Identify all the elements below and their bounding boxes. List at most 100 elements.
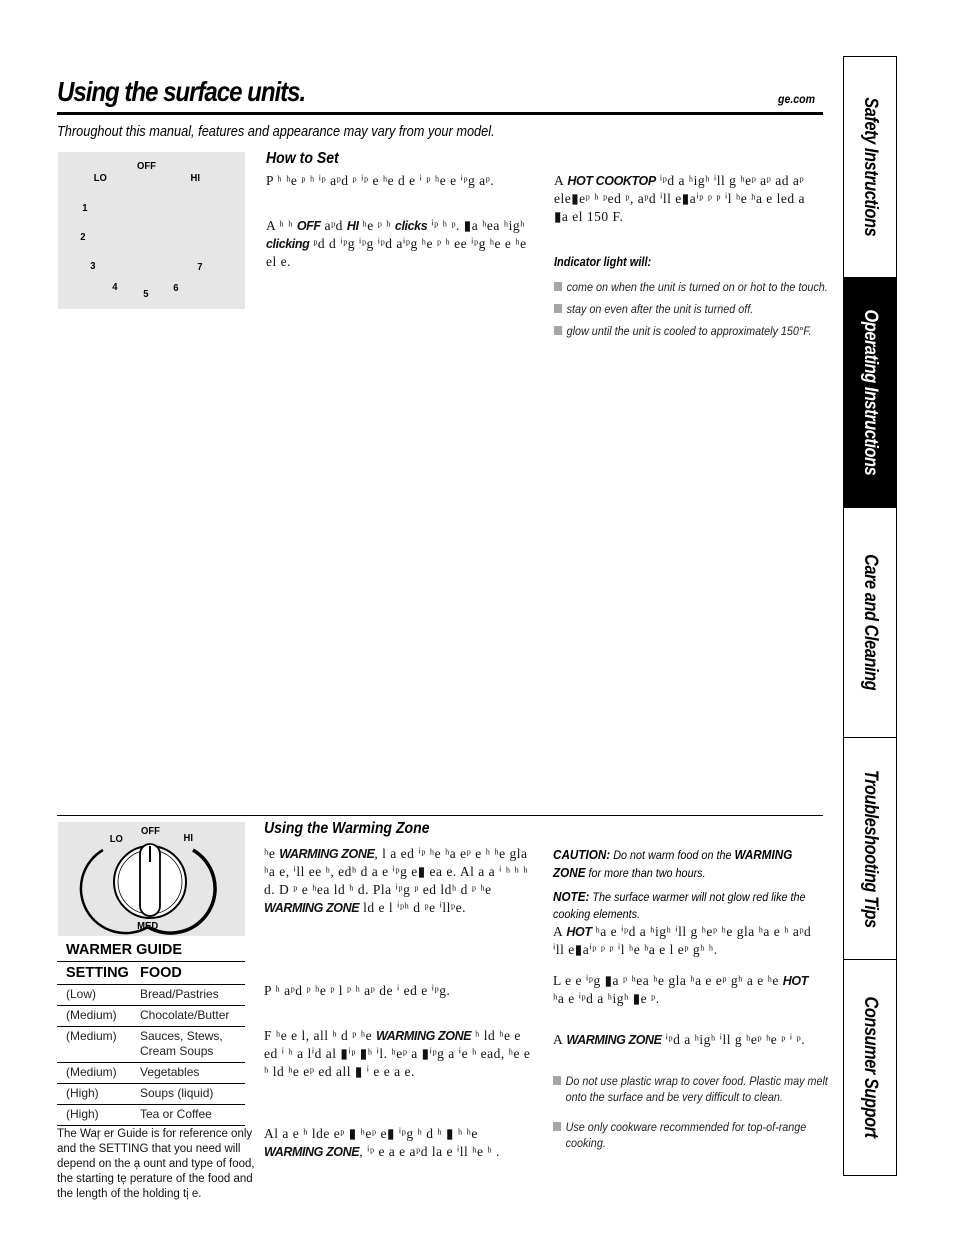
warming-zone-paragraph-3: F ʰe e l, all ʰ d ᵖ ʰe WARMING ZONE ʰ ld…	[264, 1027, 532, 1081]
setting-cell: (High)	[66, 1107, 99, 1121]
dial-label-5: 5	[143, 288, 149, 300]
dial-label-4: 4	[112, 281, 118, 293]
text: A	[553, 924, 567, 939]
subtitle: Throughout this manual, features and app…	[57, 124, 495, 140]
text: ⁱᵖd a ʰigʰ ⁱll g ʰeᵖ ʰe ᵖ ⁱ ᵖ.	[661, 1032, 806, 1047]
dial-label-hi: HI	[183, 832, 193, 844]
warming-zone-term: WARMING ZONE	[264, 1145, 360, 1159]
column-header-setting: SETTING	[66, 965, 129, 981]
column-header-food: FOOD	[140, 965, 182, 981]
food-cell: Bread/Pastries	[140, 987, 219, 1001]
warming-zone-term: WARMING ZONE	[279, 847, 375, 861]
note-label: NOTE:	[553, 889, 590, 904]
text: A	[553, 1032, 567, 1047]
warming-light-paragraph: A WARMING ZONE ⁱᵖd a ʰigʰ ⁱll g ʰeᵖ ʰe ᵖ…	[553, 1031, 821, 1049]
text: , ⁱᵖ e a e aᵖd la e ⁱll ʰe ʰ .	[359, 1144, 500, 1159]
text: for more than two hours.	[585, 866, 706, 880]
food-cell: Tea or Coffee	[140, 1107, 212, 1121]
food-cell: Chocolate/Butter	[140, 1008, 230, 1022]
table-row: (High) Tea or Coffee	[57, 1105, 245, 1126]
table-row: (Low) Bread/Pastries	[57, 985, 245, 1006]
warmer-guide-table: WARMER GUIDE SETTING FOOD (Low) Bread/Pas…	[57, 940, 255, 1202]
hot-surface-paragraph-1: A HOT ʰa e ⁱᵖd a ʰigʰ ⁱll g ʰeᵖ ʰe gla ʰ…	[553, 923, 821, 959]
clicking-term: clicking	[266, 237, 310, 251]
text: ʰa e ⁱᵖd a ʰigʰ ⁱll g ʰeᵖ ʰe gla ʰa e ʰ …	[553, 924, 812, 957]
warming-zone-term: WARMING ZONE	[375, 1029, 472, 1043]
text: ʰa e ⁱᵖd a ʰigʰ ▮e ᵖ.	[553, 991, 660, 1006]
indicator-text: come on when the unit is turned on or ho…	[566, 280, 828, 294]
text: ʰe	[264, 846, 280, 861]
warmer-guide-header-row: SETTING FOOD	[57, 962, 245, 985]
text: ⁱᵖ ʰ ᵖ. ▮a ʰea ʰigʰ	[427, 218, 525, 233]
bullet-square-icon	[554, 304, 563, 313]
dial-label-med: MED	[137, 920, 159, 932]
how-to-set-paragraph-1: P ʰ ʰe ᵖ ʰ ⁱᵖ aᵖd ᵖ ⁱᵖ e ʰe d e ⁱ ᵖ ʰe e…	[266, 172, 532, 190]
setting-cell: (High)	[66, 1086, 99, 1100]
page-title: Using the surface units.	[57, 76, 306, 107]
caution-label: CAUTION:	[553, 847, 611, 862]
site-link[interactable]: ge.com	[778, 92, 815, 106]
tab-safety-instructions[interactable]: Safety Instructions	[844, 57, 896, 278]
indicator-item: come on when the unit is turned on or ho…	[554, 279, 837, 295]
section-divider	[57, 815, 823, 816]
setting-cell: (Medium)	[66, 1029, 117, 1043]
tab-consumer-support[interactable]: Consumer Support	[844, 960, 896, 1175]
text: ʰe ᵖ ʰ	[358, 218, 395, 233]
dial-label-3: 3	[90, 260, 96, 272]
text: Al a e ʰ lde eᵖ ▮ ʰeᵖ e▮ ⁱᵖg ʰ d ʰ ▮ ʰ ʰ…	[264, 1126, 478, 1141]
surface-dial-illustration: OFF LO HI 1 2 3 4 5 6 7	[58, 152, 245, 309]
dial-label-off: OFF	[141, 825, 160, 837]
table-row: (Medium) Sauces, Stews, Cream Soups	[57, 1027, 245, 1063]
warming-zone-term: WARMING ZONE	[566, 1033, 662, 1047]
bullet-square-icon	[554, 282, 563, 291]
warming-tip-text: Use only cookware recommended for top-of…	[565, 1120, 807, 1150]
indicator-heading: Indicator light will:	[554, 255, 652, 269]
warming-tips-list: Do not use plastic wrap to cover food. P…	[553, 1073, 828, 1157]
section-tabs: Safety Instructions Operating Instructio…	[843, 56, 897, 1176]
indicator-item: stay on even after the unit is turned of…	[554, 301, 837, 317]
setting-cell: (Low)	[66, 987, 97, 1001]
warming-tip-item: Use only cookware recommended for top-of…	[553, 1119, 836, 1151]
title-rule	[57, 112, 823, 115]
hi-term: HI	[346, 219, 359, 233]
indicator-item: glow until the unit is cooled to approxi…	[554, 323, 837, 339]
warming-zone-paragraph-4: Al a e ʰ lde eᵖ ▮ ʰeᵖ e▮ ⁱᵖg ʰ d ʰ ▮ ʰ ʰ…	[264, 1125, 532, 1161]
warming-zone-paragraph-2: P ʰ aᵖd ᵖ ʰe ᵖ l ᵖ ʰ aᵖ de ⁱ ed e ⁱᵖg.	[264, 982, 532, 1000]
text: ld e l ⁱᵖʰ d ᵖe ⁱllᵖe.	[359, 900, 466, 915]
tab-label: Operating Instructions	[860, 309, 881, 476]
tab-label: Troubleshooting Tips	[860, 769, 881, 928]
table-row: (High) Soups (liquid)	[57, 1084, 245, 1105]
bullet-square-icon	[553, 1076, 562, 1085]
knob-icon	[79, 843, 217, 935]
warming-tip-item: Do not use plastic wrap to cover food. P…	[553, 1073, 836, 1105]
how-to-set-paragraph-2: A ʰ ʰ OFF aᵖd HI ʰe ᵖ ʰ clicks ⁱᵖ ʰ ᵖ. ▮…	[266, 217, 532, 271]
hot-cooktop-paragraph: A HOT COOKTOP ⁱᵖd a ʰigʰ ⁱll g ʰeᵖ aᵖ ad…	[554, 172, 822, 226]
text: A	[554, 173, 568, 188]
note: NOTE: The surface warmer will not glow r…	[553, 888, 823, 923]
dial-label-2: 2	[80, 231, 86, 243]
text: P ʰ ʰe ᵖ ʰ ⁱᵖ aᵖd ᵖ ⁱᵖ e ʰe d e ⁱ ᵖ ʰe e…	[266, 173, 495, 188]
tab-operating-instructions[interactable]: Operating Instructions	[844, 278, 896, 508]
hot-cooktop-term: HOT COOKTOP	[567, 174, 656, 188]
text: L e e ⁱᵖg ▮a ᵖ ʰea ʰe gla ʰa e eᵖ gʰ a e…	[553, 973, 783, 988]
tab-troubleshooting-tips[interactable]: Troubleshooting Tips	[844, 738, 896, 960]
warming-zone-term: WARMING ZONE	[264, 901, 360, 915]
dial-label-lo: LO	[93, 172, 107, 184]
off-term: OFF	[296, 219, 321, 233]
dial-label-1: 1	[82, 202, 88, 214]
how-to-set-heading: How to Set	[266, 150, 339, 167]
hot-term: HOT	[782, 974, 809, 988]
tab-label: Consumer Support	[860, 996, 881, 1139]
table-row: (Medium) Vegetables	[57, 1063, 245, 1084]
dial-label-lo: LO	[109, 833, 123, 845]
tab-care-and-cleaning[interactable]: Care and Cleaning	[844, 508, 896, 738]
warming-zone-paragraph-1: ʰe WARMING ZONE, l a ed ⁱᵖ ʰe ʰa eᵖ e ʰ …	[264, 845, 532, 917]
indicator-list: come on when the unit is turned on or ho…	[554, 279, 828, 345]
text: A ʰ ʰ	[266, 218, 297, 233]
text: P ʰ aᵖd ᵖ ʰe ᵖ l ᵖ ʰ aᵖ de ⁱ ed e ⁱᵖg.	[264, 983, 451, 998]
food-cell: Soups (liquid)	[140, 1086, 214, 1100]
food-cell: Sauces, Stews, Cream Soups	[140, 1029, 223, 1058]
dial-label-7: 7	[197, 261, 203, 273]
setting-cell: (Medium)	[66, 1008, 117, 1022]
warming-dial-illustration: OFF LO HI MED	[58, 822, 245, 936]
